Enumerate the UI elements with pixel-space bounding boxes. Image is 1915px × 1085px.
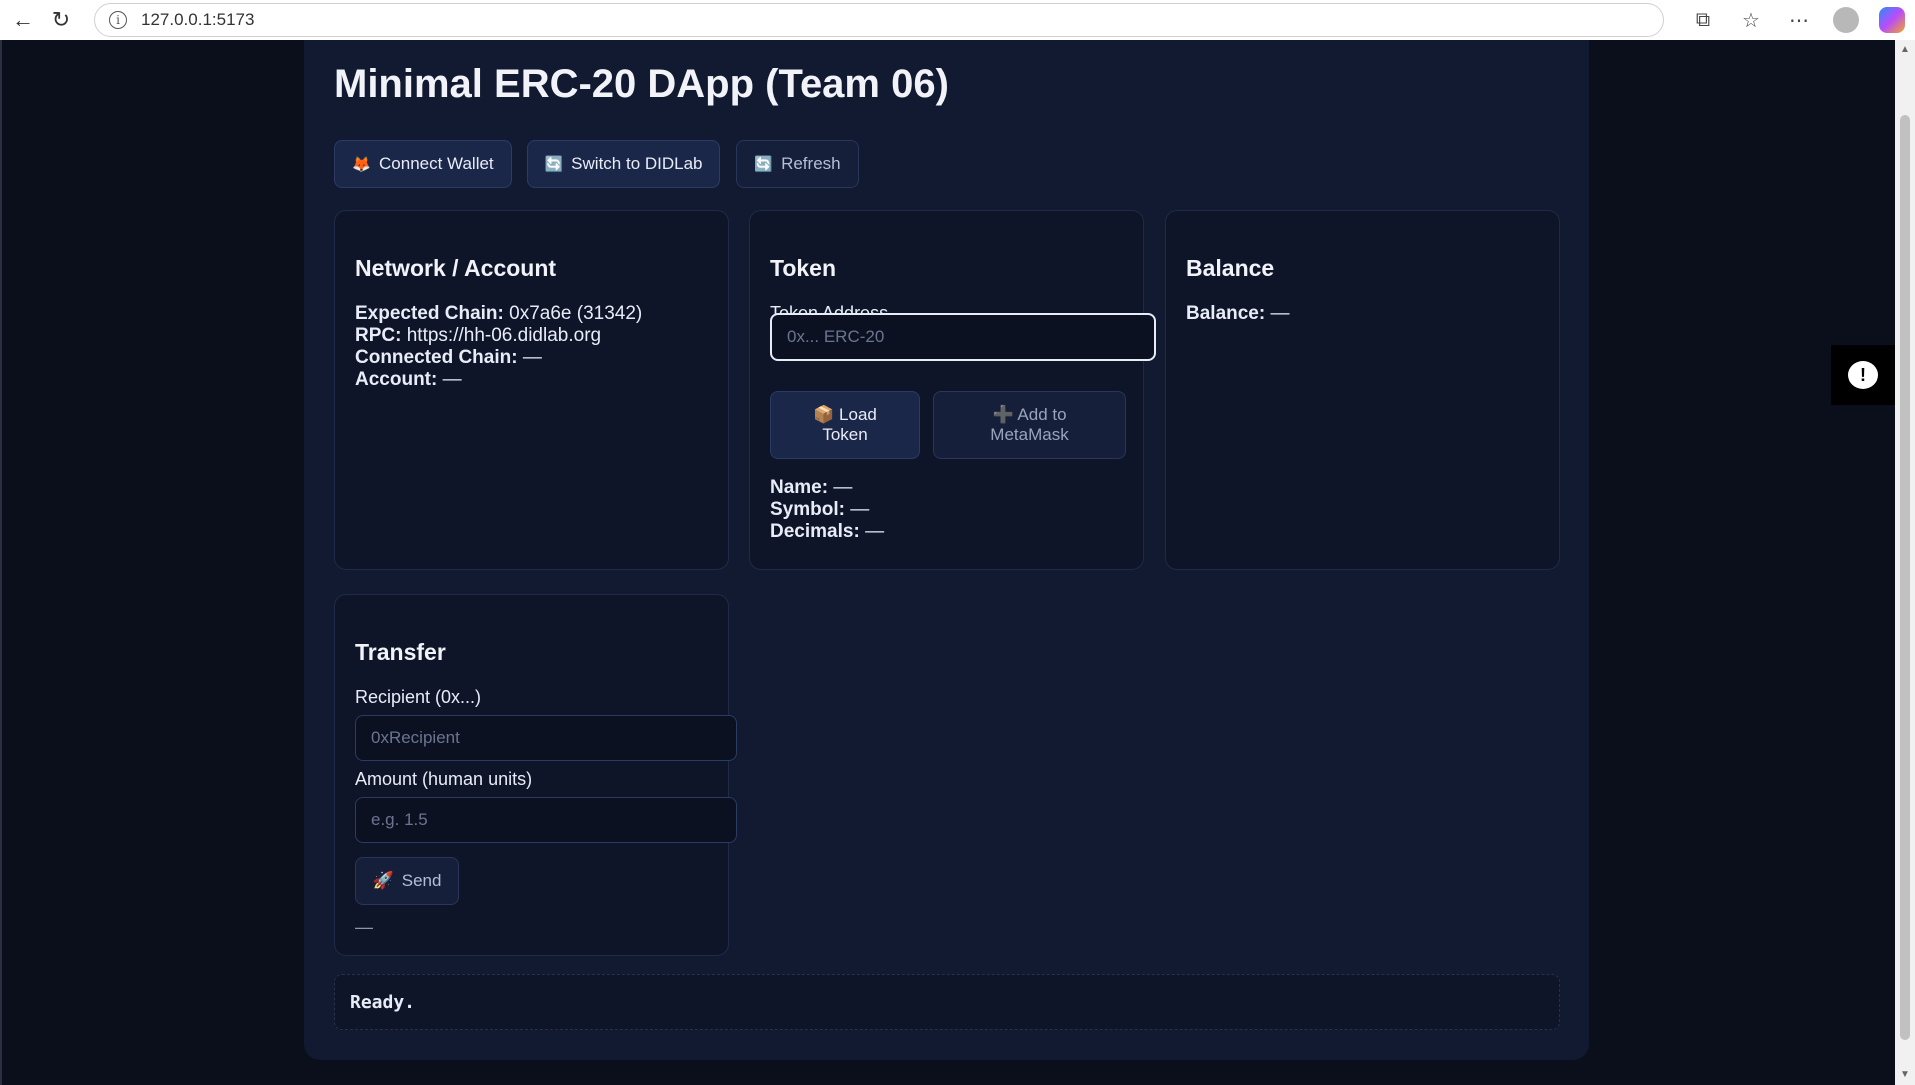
account-label: Account: xyxy=(355,369,438,390)
rocket-icon: 🚀 xyxy=(372,871,394,890)
account-value: — xyxy=(442,369,462,390)
page-title: Minimal ERC-20 DApp (Team 06) xyxy=(334,62,949,106)
refresh-button[interactable]: 🔄 Refresh xyxy=(736,140,859,188)
transfer-status: — xyxy=(355,917,373,937)
more-icon[interactable]: ⋯ xyxy=(1785,6,1813,34)
switch-network-label: Switch to DIDLab xyxy=(571,154,703,173)
reload-icon[interactable]: ↻ xyxy=(46,5,76,35)
recipient-label: Recipient (0x...) xyxy=(355,687,482,707)
status-log: Ready. xyxy=(334,974,1560,1030)
expected-chain-label: Expected Chain: xyxy=(355,303,504,324)
amount-input[interactable] xyxy=(355,797,737,843)
site-info-icon[interactable]: i xyxy=(109,11,127,29)
connect-wallet-button[interactable]: 🦊 Connect Wallet xyxy=(334,140,512,188)
connect-wallet-label: Connect Wallet xyxy=(379,154,494,173)
switch-icon: 🔄 xyxy=(544,156,564,173)
add-metamask-label-line2: MetaMask xyxy=(990,425,1069,444)
add-to-metamask-button[interactable]: ➕ Add to MetaMask xyxy=(933,391,1126,459)
amount-label: Amount (human units) xyxy=(355,769,533,789)
token-address-input[interactable] xyxy=(770,313,1156,361)
expected-chain-value: 0x7a6e (31342) xyxy=(509,303,643,324)
status-text: Ready. xyxy=(350,991,416,1013)
add-metamask-label-line1: Add to xyxy=(1017,405,1067,424)
box-icon: 📦 xyxy=(813,405,835,424)
url-text: 127.0.0.1:5173 xyxy=(141,10,255,29)
token-name-value: — xyxy=(833,477,853,498)
switch-network-button[interactable]: 🔄 Switch to DIDLab xyxy=(527,140,720,188)
scroll-down-icon[interactable]: ▼ xyxy=(1900,1070,1910,1080)
token-symbol-label: Symbol: xyxy=(770,499,845,520)
favorites-icon[interactable]: ☆ xyxy=(1737,6,1765,34)
address-bar[interactable]: i 127.0.0.1:5173 xyxy=(94,3,1664,37)
balance-row: Balance: — xyxy=(1186,303,1289,325)
fox-icon: 🦊 xyxy=(352,156,372,173)
token-card: Token Token Address 📦 Load Token ➕ Add t… xyxy=(749,210,1156,570)
rpc-value: https://hh-06.didlab.org xyxy=(406,325,602,346)
token-decimals-label: Decimals: xyxy=(770,521,860,542)
token-decimals-value: — xyxy=(865,521,885,542)
connected-chain-row: Connected Chain: — xyxy=(355,347,542,369)
token-symbol-value: — xyxy=(850,499,870,520)
recipient-input[interactable] xyxy=(355,715,737,761)
browser-toolbar-icons: ⧉ ☆ ⋯ xyxy=(1689,6,1905,34)
feedback-widget[interactable]: ! xyxy=(1831,345,1895,405)
balance-card-title: Balance xyxy=(1186,255,1275,281)
back-arrow-icon[interactable]: ← xyxy=(8,5,38,35)
rpc-row: RPC: https://hh-06.didlab.org xyxy=(355,325,601,347)
refresh-icon: 🔄 xyxy=(754,156,774,173)
send-button[interactable]: 🚀 Send xyxy=(355,857,459,905)
profile-avatar[interactable] xyxy=(1833,7,1859,33)
app-panel: Minimal ERC-20 DApp (Team 06) 🦊 Connect … xyxy=(304,40,1589,1060)
network-card-title: Network / Account xyxy=(355,255,557,281)
scroll-up-icon[interactable]: ▲ xyxy=(1900,45,1910,55)
transfer-card: Transfer Recipient (0x...) Amount (human… xyxy=(334,594,737,956)
balance-card: Balance Balance: — xyxy=(1165,210,1560,570)
connected-chain-value: — xyxy=(522,347,542,368)
feedback-icon: ! xyxy=(1848,361,1878,389)
load-token-button[interactable]: 📦 Load Token xyxy=(770,391,920,459)
token-symbol-row: Symbol: — xyxy=(770,499,869,521)
refresh-label: Refresh xyxy=(781,154,841,173)
token-name-label: Name: xyxy=(770,477,829,498)
expected-chain-row: Expected Chain: 0x7a6e (31342) xyxy=(355,303,642,325)
token-decimals-row: Decimals: — xyxy=(770,521,884,543)
load-token-label-line1: Load xyxy=(839,405,877,424)
scroll-thumb[interactable] xyxy=(1900,115,1910,1040)
browser-toolbar: ← ↻ i 127.0.0.1:5173 ⧉ ☆ ⋯ xyxy=(0,0,1915,40)
load-token-label-line2: Token xyxy=(822,425,868,444)
extensions-icon[interactable]: ⧉ xyxy=(1689,6,1717,34)
connected-chain-label: Connected Chain: xyxy=(355,347,518,368)
vertical-scrollbar[interactable]: ▲ ▼ xyxy=(1895,40,1915,1085)
token-name-row: Name: — xyxy=(770,477,852,499)
transfer-card-title: Transfer xyxy=(355,639,446,665)
token-card-title: Token xyxy=(770,255,837,281)
account-row: Account: — xyxy=(355,369,462,391)
balance-label: Balance: xyxy=(1186,303,1266,324)
send-label: Send xyxy=(401,871,442,890)
network-account-card: Network / Account Expected Chain: 0x7a6e… xyxy=(334,210,729,570)
balance-value: — xyxy=(1270,303,1290,324)
rpc-label: RPC: xyxy=(355,325,402,346)
copilot-icon[interactable] xyxy=(1879,7,1905,33)
plus-icon: ➕ xyxy=(992,405,1014,424)
